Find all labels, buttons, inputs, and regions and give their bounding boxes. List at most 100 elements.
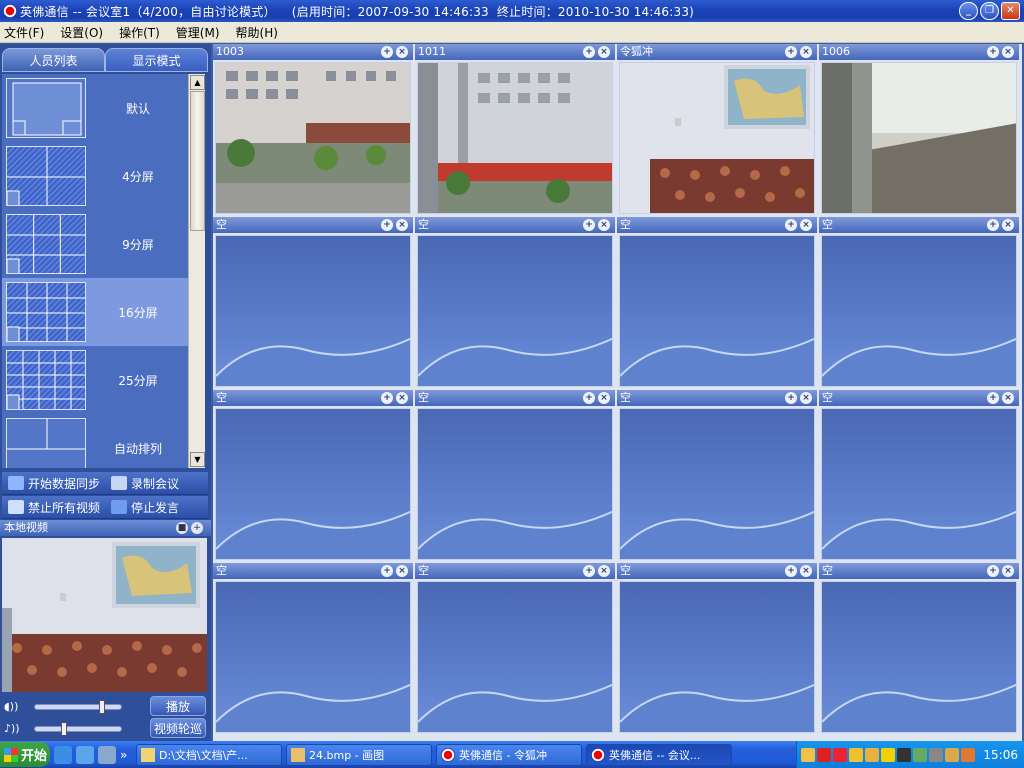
- task-app-linghuchong[interactable]: 英佛通信 - 令狐冲: [436, 743, 582, 766]
- video-cell[interactable]: 空 + ×: [415, 217, 615, 388]
- close-icon[interactable]: ×: [598, 565, 610, 577]
- tab-member-list[interactable]: 人员列表: [2, 48, 105, 72]
- local-video-stop-icon[interactable]: ■: [176, 522, 188, 534]
- scroll-down-icon[interactable]: ▼: [190, 452, 205, 467]
- layout-item[interactable]: 默认: [2, 74, 188, 142]
- close-icon[interactable]: ×: [1002, 46, 1014, 58]
- close-icon[interactable]: ×: [396, 219, 408, 231]
- task-paint[interactable]: 24.bmp - 画图: [286, 743, 432, 766]
- tray-v-icon[interactable]: [881, 747, 896, 762]
- close-icon[interactable]: ×: [598, 46, 610, 58]
- menu-file[interactable]: 文件(F): [4, 24, 44, 41]
- add-icon[interactable]: +: [987, 46, 999, 58]
- ie-icon[interactable]: [54, 745, 72, 764]
- video-cell[interactable]: 空 + ×: [819, 563, 1019, 734]
- mic-knob[interactable]: [61, 722, 67, 736]
- video-cell[interactable]: 空 + ×: [415, 390, 615, 561]
- tray-app-icon[interactable]: [817, 747, 832, 762]
- stop-speaking-button[interactable]: 停止发言: [105, 496, 208, 519]
- add-icon[interactable]: +: [381, 392, 393, 404]
- title-bar[interactable]: 英佛通信 -- 会议室1（4/200，自由讨论模式） (启用时间：2007-09…: [0, 0, 1024, 22]
- add-icon[interactable]: +: [785, 565, 797, 577]
- close-button[interactable]: ✕: [1001, 2, 1020, 20]
- play-button[interactable]: 播放: [150, 696, 206, 716]
- tray-shield2-icon[interactable]: [961, 747, 976, 762]
- video-cell[interactable]: 空 + ×: [617, 217, 817, 388]
- close-icon[interactable]: ×: [1002, 392, 1014, 404]
- local-video-add-icon[interactable]: +: [191, 522, 203, 534]
- video-cell[interactable]: 1011 + ×: [415, 44, 615, 215]
- scroll-thumb[interactable]: [190, 91, 205, 231]
- microphone-icon[interactable]: ♪)): [4, 722, 28, 736]
- close-icon[interactable]: ×: [800, 392, 812, 404]
- outlook-icon[interactable]: [76, 745, 94, 764]
- video-cell[interactable]: 空 + ×: [213, 217, 413, 388]
- menu-operation[interactable]: 操作(T): [119, 24, 160, 41]
- menu-manage[interactable]: 管理(M): [176, 24, 220, 41]
- quicklaunch-more-icon[interactable]: »: [120, 746, 132, 764]
- add-icon[interactable]: +: [987, 565, 999, 577]
- add-icon[interactable]: +: [785, 392, 797, 404]
- menu-help[interactable]: 帮助(H): [236, 24, 278, 41]
- add-icon[interactable]: +: [987, 219, 999, 231]
- close-icon[interactable]: ×: [396, 46, 408, 58]
- scroll-up-icon[interactable]: ▲: [190, 75, 205, 90]
- tray-messenger-icon[interactable]: [913, 747, 928, 762]
- tray-network-icon[interactable]: [801, 747, 816, 762]
- add-icon[interactable]: +: [785, 219, 797, 231]
- close-icon[interactable]: ×: [598, 219, 610, 231]
- record-meeting-button[interactable]: 录制会议: [105, 472, 208, 495]
- close-icon[interactable]: ×: [1002, 565, 1014, 577]
- add-icon[interactable]: +: [583, 392, 595, 404]
- disable-all-video-button[interactable]: 禁止所有视频: [2, 496, 105, 519]
- tray-qq-icon[interactable]: [897, 747, 912, 762]
- mic-slider[interactable]: [34, 722, 122, 736]
- video-cell[interactable]: 空 + ×: [617, 563, 817, 734]
- layout-scrollbar[interactable]: ▲ ▼: [188, 74, 205, 468]
- layout-item[interactable]: 自动排列: [2, 414, 188, 468]
- tray-shield-icon[interactable]: [849, 747, 864, 762]
- close-icon[interactable]: ×: [396, 565, 408, 577]
- task-app-meeting[interactable]: 英佛通信 -- 会议...: [586, 743, 732, 766]
- layout-item[interactable]: 25分屏: [2, 346, 188, 414]
- volume-knob[interactable]: [99, 700, 105, 714]
- close-icon[interactable]: ×: [396, 392, 408, 404]
- start-data-sync-button[interactable]: 开始数据同步: [2, 472, 105, 495]
- close-icon[interactable]: ×: [1002, 219, 1014, 231]
- video-cell[interactable]: 空 + ×: [213, 390, 413, 561]
- add-icon[interactable]: +: [583, 565, 595, 577]
- video-rotate-button[interactable]: 视频轮巡: [150, 718, 206, 738]
- video-cell[interactable]: 1003 + ×: [213, 44, 413, 215]
- add-icon[interactable]: +: [583, 46, 595, 58]
- video-cell[interactable]: 空 + ×: [617, 390, 817, 561]
- close-icon[interactable]: ×: [800, 565, 812, 577]
- media-player-icon[interactable]: [98, 745, 116, 764]
- tab-display-mode[interactable]: 显示模式: [105, 48, 208, 72]
- add-icon[interactable]: +: [381, 46, 393, 58]
- add-icon[interactable]: +: [381, 219, 393, 231]
- close-icon[interactable]: ×: [800, 219, 812, 231]
- video-cell[interactable]: 空 + ×: [819, 390, 1019, 561]
- close-icon[interactable]: ×: [800, 46, 812, 58]
- speaker-icon[interactable]: ◖)): [4, 700, 28, 714]
- video-cell[interactable]: 1006 + ×: [819, 44, 1019, 215]
- layout-item[interactable]: 16分屏: [2, 278, 188, 346]
- tray-k-icon[interactable]: [833, 747, 848, 762]
- video-cell[interactable]: 空 + ×: [819, 217, 1019, 388]
- tray-clock-icon[interactable]: [929, 747, 944, 762]
- add-icon[interactable]: +: [381, 565, 393, 577]
- tray-lock-icon[interactable]: [865, 747, 880, 762]
- start-button[interactable]: 开始: [0, 742, 50, 767]
- add-icon[interactable]: +: [785, 46, 797, 58]
- tray-tool-icon[interactable]: [945, 747, 960, 762]
- volume-slider[interactable]: [34, 700, 122, 714]
- video-cell[interactable]: 令狐冲 + ×: [617, 44, 817, 215]
- minimize-button[interactable]: _: [959, 2, 978, 20]
- layout-item[interactable]: 4分屏: [2, 142, 188, 210]
- layout-item[interactable]: 9分屏: [2, 210, 188, 278]
- restore-button[interactable]: ❐: [980, 2, 999, 20]
- clock[interactable]: 15:06: [983, 748, 1018, 762]
- menu-settings[interactable]: 设置(O): [60, 24, 103, 41]
- add-icon[interactable]: +: [987, 392, 999, 404]
- task-folder[interactable]: D:\文档\文档\产...: [136, 743, 282, 766]
